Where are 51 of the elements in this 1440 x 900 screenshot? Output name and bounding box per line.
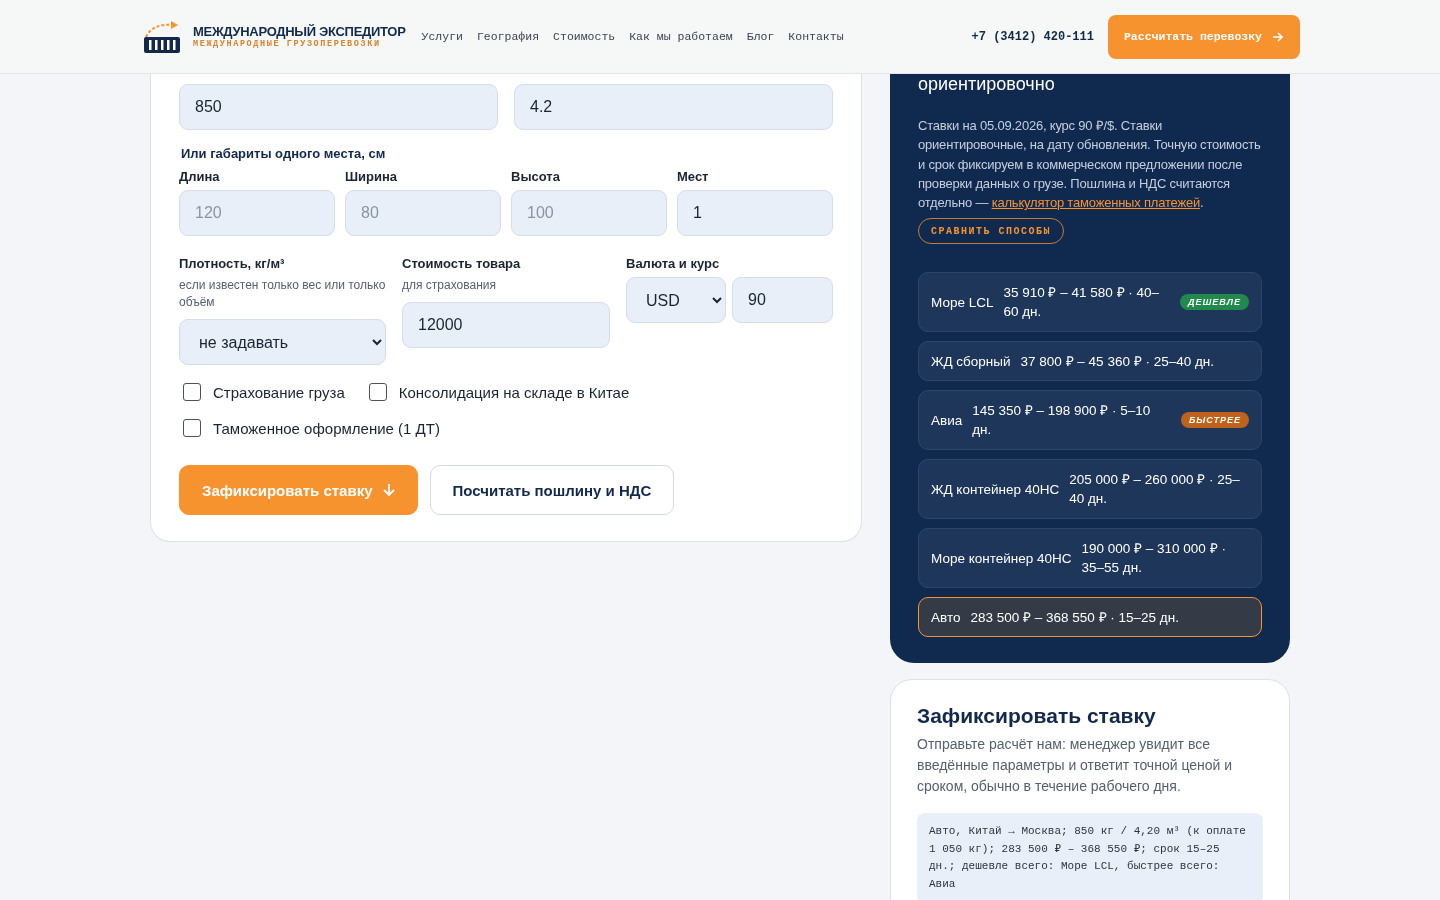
field-label: Валюта и курс — [626, 256, 721, 271]
phone-link[interactable]: +7 (3412) 420-111 — [971, 29, 1094, 44]
nav-link[interactable]: Блог — [746, 30, 775, 43]
route-option[interactable]: Авиа 145 350 ₽ – 198 900 ₽ · 5–10 дн. БЫСТРЕЕ — [918, 390, 1262, 451]
checkbox-option[interactable]: Страхование груза — [183, 383, 345, 401]
arrow-down-icon — [382, 483, 395, 497]
checkbox[interactable] — [368, 383, 387, 401]
card-title: Зафиксировать ставку — [917, 704, 1157, 729]
summary-text: Авто, Китай → Москва; 850 кг / 4,20 м³ (к оплате 1 050 кг); 283 500 ₽ – 368 550 ₽; срок 15–25 дн.; дешевле всего: Море LCL, быстрее всего: Авиа — [917, 813, 1263, 900]
field-hint: для страхования — [402, 277, 497, 294]
input-field[interactable]: 12000 — [402, 302, 610, 348]
field-label: Длина — [179, 169, 221, 184]
route-option[interactable]: Авто 283 500 ₽ – 368 550 ₽ · 15–25 дн. — [918, 597, 1262, 638]
currency-select[interactable]: USD — [626, 277, 726, 323]
logo-subtitle: МЕЖДУНАРОДНЫЕ ГРУЗОПЕРЕВОЗКИ — [193, 39, 382, 49]
checkbox[interactable] — [183, 419, 201, 437]
nav-link[interactable]: Как мы работаем — [629, 30, 733, 43]
container-logo-icon — [143, 18, 181, 55]
input-field[interactable]: 100 — [511, 190, 667, 236]
input-field[interactable]: 1 — [677, 190, 833, 236]
route-option[interactable]: ЖД контейнер 40HC 205 000 ₽ – 260 000 ₽ · 25–40 дн. — [918, 459, 1262, 520]
field-label: Высота — [511, 169, 561, 184]
route-badge: БЫСТРЕЕ — [1180, 412, 1249, 429]
field-label: Мест — [677, 169, 710, 184]
input-field[interactable]: 4.2 — [514, 84, 833, 130]
field-hint: если известен только вес или только объём — [179, 277, 386, 311]
checkbox-option[interactable]: Таможенное оформление (1 ДТ) — [183, 419, 440, 437]
input-field[interactable]: 850 — [179, 84, 498, 130]
route-badge: ДЕШЕВЛЕ — [1180, 294, 1249, 311]
checkbox-option[interactable]: Консолидация на складе в Китае — [368, 383, 630, 401]
card-text: Отправьте расчёт нам: менеджер увидит все введённые параметры и ответит точной ценой и сроком, обычно в течение рабочего дня. — [917, 735, 1234, 797]
nav-link[interactable]: Услуги — [421, 30, 463, 43]
nav-link[interactable]: География — [476, 30, 540, 43]
nav-link[interactable]: Контакты — [788, 30, 844, 43]
arrow-right-icon — [1272, 30, 1284, 43]
panel-heading: ориентировочно — [918, 74, 1056, 94]
field-label: Стоимость товара — [402, 256, 522, 271]
duty-button[interactable]: Посчитать пошлину и НДС — [429, 465, 675, 515]
rates-note: Ставки на 05.09.2026, курс 90 ₽/$. Ставки ориентировочные, на дату обновления. Точную стоимость и срок фиксируем в коммерческом предложении после проверки данных о грузе. Пошлина и НДС считаются отдельно — калькулятор таможенных платежей. — [918, 117, 1262, 213]
input-field[interactable]: 90 — [732, 277, 833, 323]
field-label: Плотность, кг/м³ — [179, 256, 286, 271]
input-field[interactable]: 120 — [179, 190, 335, 236]
route-option[interactable]: ЖД сборный 37 800 ₽ – 45 360 ₽ · 25–40 дн. — [918, 341, 1262, 382]
logo-title: МЕЖДУНАРОДНЫЙ ЭКСПЕДИТОР — [193, 24, 406, 39]
density-select[interactable]: не задавать — [179, 319, 386, 365]
input-field[interactable]: 80 — [345, 190, 501, 236]
section-subtitle: Или габариты одного места, см — [181, 146, 387, 161]
route-option[interactable]: Море LCL 35 910 ₽ – 41 580 ₽ · 40–60 дн. ДЕШЕВЛЕ — [918, 272, 1262, 333]
field-label: Ширина — [345, 169, 399, 184]
checkbox[interactable] — [183, 383, 201, 401]
nav-link[interactable]: Стоимость — [553, 30, 616, 43]
